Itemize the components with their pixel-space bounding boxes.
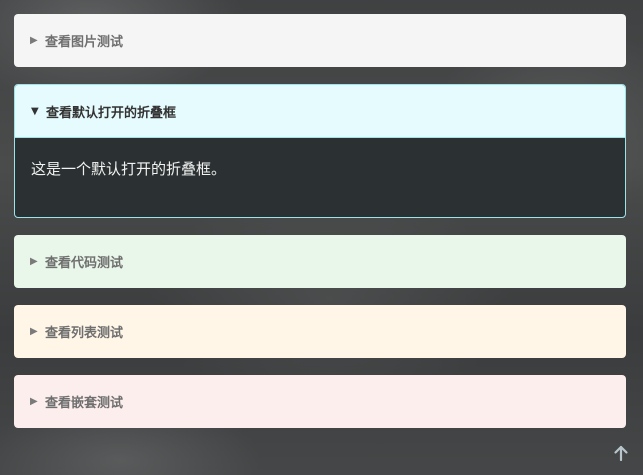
details-content: 这是一个默认打开的折叠框。	[15, 137, 625, 217]
details-code-test: ▶ 查看代码测试	[14, 235, 626, 288]
triangle-right-icon: ▶	[30, 35, 38, 46]
details-summary-label: 查看列表测试	[45, 326, 124, 341]
details-content-text: 这是一个默认打开的折叠框。	[31, 160, 227, 178]
details-summary-nested-test[interactable]: ▶ 查看嵌套测试	[14, 375, 626, 428]
details-summary-default-open[interactable]: ▼ 查看默认打开的折叠框	[15, 85, 625, 137]
details-summary-label: 查看代码测试	[45, 256, 124, 271]
back-to-top-button[interactable]	[613, 445, 629, 461]
triangle-right-icon: ▶	[30, 326, 38, 337]
details-list: ▶ 查看图片测试 ▼ 查看默认打开的折叠框 这是一个默认打开的折叠框。 ▶ 查看…	[14, 14, 626, 445]
details-default-open: ▼ 查看默认打开的折叠框 这是一个默认打开的折叠框。	[14, 84, 626, 218]
triangle-right-icon: ▶	[30, 396, 38, 407]
triangle-right-icon: ▶	[30, 256, 38, 267]
arrow-up-icon	[614, 445, 628, 461]
details-summary-label: 查看嵌套测试	[45, 396, 124, 411]
details-summary-image-test[interactable]: ▶ 查看图片测试	[14, 14, 626, 67]
details-nested-test: ▶ 查看嵌套测试	[14, 375, 626, 428]
triangle-down-icon: ▼	[31, 105, 39, 117]
details-image-test: ▶ 查看图片测试	[14, 14, 626, 67]
details-summary-label: 查看默认打开的折叠框	[46, 105, 177, 121]
details-summary-label: 查看图片测试	[45, 35, 124, 50]
details-list-test: ▶ 查看列表测试	[14, 305, 626, 358]
details-summary-code-test[interactable]: ▶ 查看代码测试	[14, 235, 626, 288]
details-summary-list-test[interactable]: ▶ 查看列表测试	[14, 305, 626, 358]
